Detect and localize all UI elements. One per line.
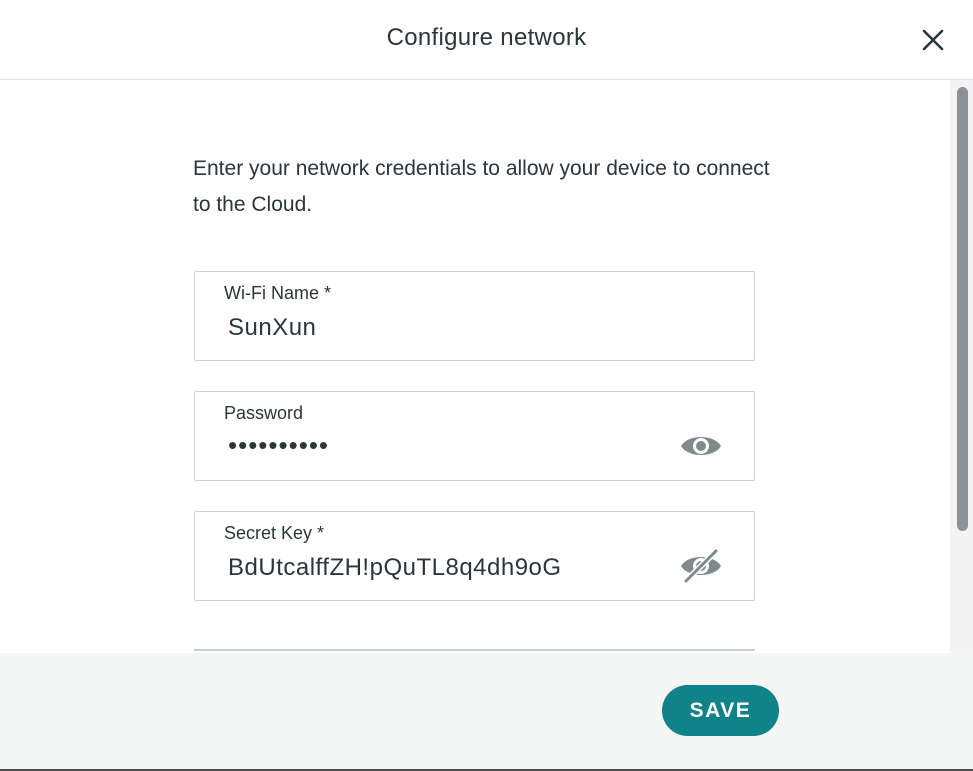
secret-key-label: Secret Key * [224,523,325,543]
save-button[interactable]: SAVE [662,685,779,736]
dialog-header: Configure network [0,0,973,80]
password-field[interactable]: Password •••••••••• [194,391,755,481]
wifi-name-input[interactable]: SunXun [228,314,316,342]
dialog-title: Configure network [386,24,587,51]
password-label: Password [224,403,304,423]
wifi-name-label: Wi-Fi Name * [224,283,331,303]
scrollbar-thumb[interactable] [957,87,968,531]
eye-icon[interactable] [679,428,723,464]
close-icon[interactable] [916,23,950,57]
intro-text: Enter your network credentials to allow … [193,157,770,216]
wifi-name-field[interactable]: Wi-Fi Name * SunXun [194,271,755,361]
password-input[interactable]: •••••••••• [228,430,329,461]
next-field-border [194,649,755,651]
dialog-footer: SAVE [0,653,973,769]
eye-off-icon[interactable] [679,548,723,584]
dialog-content: Enter your network credentials to allow … [0,80,950,653]
secret-key-input[interactable]: BdUtcalffZH!pQuTL8q4dh9oG [228,554,562,582]
secret-key-field[interactable]: Secret Key * BdUtcalffZH!pQuTL8q4dh9oG [194,511,755,601]
